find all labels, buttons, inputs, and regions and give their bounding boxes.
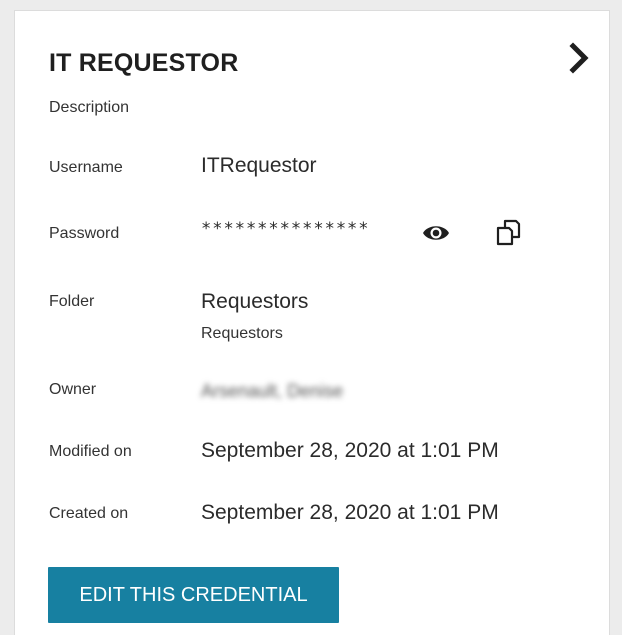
owner-value: Arsenault, Denise (201, 381, 344, 401)
modified-on-value: September 28, 2020 at 1:01 PM (201, 439, 499, 462)
modified-on-label: Modified on (49, 443, 132, 460)
eye-icon[interactable] (421, 221, 451, 245)
credential-title: IT REQUESTOR (49, 49, 239, 77)
username-value: ITRequestor (201, 154, 317, 177)
folder-path: Requestors (201, 325, 283, 342)
password-label: Password (49, 225, 120, 242)
credential-card: IT REQUESTOR Description Username ITRequ… (14, 10, 610, 635)
username-label: Username (49, 159, 123, 176)
password-value: *************** (201, 219, 370, 239)
folder-label: Folder (49, 293, 95, 310)
created-on-value: September 28, 2020 at 1:01 PM (201, 501, 499, 524)
created-on-label: Created on (49, 505, 129, 522)
folder-value: Requestors (201, 290, 309, 313)
owner-label: Owner (49, 381, 97, 398)
description-label: Description (49, 99, 130, 116)
edit-credential-button[interactable]: EDIT THIS CREDENTIAL (48, 567, 339, 623)
copy-icon[interactable] (493, 217, 523, 247)
chevron-right-icon[interactable] (564, 41, 594, 75)
